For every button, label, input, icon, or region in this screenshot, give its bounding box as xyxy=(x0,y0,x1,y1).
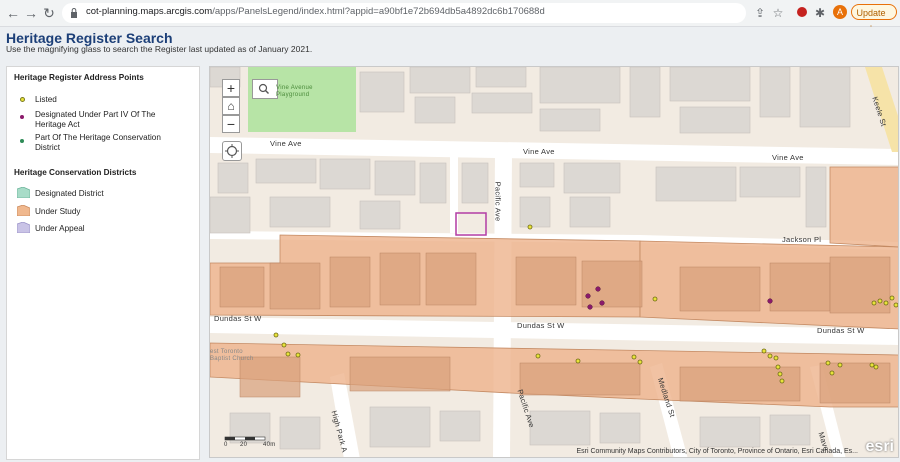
label-pacific-ave-1: Pacific Ave xyxy=(493,181,503,222)
scale-label-20: 20 xyxy=(240,442,248,448)
basemap xyxy=(210,67,898,457)
label-church: est Toronto Baptist Church xyxy=(210,349,254,362)
legend-item-under-appeal: Under Appeal xyxy=(35,224,85,233)
back-icon[interactable]: ← xyxy=(4,4,22,22)
home-button[interactable]: ⌂ xyxy=(222,97,240,115)
legend-dot-designated-part-iv xyxy=(20,115,24,119)
label-jackson-pl: Jackson Pl xyxy=(782,235,822,244)
browser-chrome: ← → ↻ cot-planning.maps.arcgis.com/apps/… xyxy=(0,0,900,34)
locate-icon xyxy=(225,144,239,158)
scale-label-0: 0 xyxy=(224,442,228,448)
legend-item-designated-part-iv: Designated Under Part IV Of The Heritage… xyxy=(35,110,156,129)
url-text: cot-planning.maps.arcgis.com/apps/Panels… xyxy=(86,6,545,17)
magnifier-icon xyxy=(258,83,269,94)
zoom-out-button[interactable]: − xyxy=(222,115,240,133)
legend-item-hcd-part: Part Of The Heritage Conservation Distri… xyxy=(35,133,161,152)
legend-heading-districts: Heritage Conservation Districts xyxy=(14,168,137,177)
esri-logo: esri xyxy=(865,438,894,455)
legend-dot-listed xyxy=(20,97,25,102)
address-bar[interactable]: cot-planning.maps.arcgis.com/apps/Panels… xyxy=(62,3,746,23)
legend-item-designated-district: Designated District xyxy=(35,189,104,198)
legend-dot-hcd-part xyxy=(20,139,24,143)
swatch-under-study xyxy=(17,205,30,216)
label-dundas-2: Dundas St W xyxy=(517,321,565,330)
scale-bar xyxy=(224,436,266,441)
swatch-under-appeal xyxy=(17,222,30,233)
swatch-designated-district xyxy=(17,187,30,198)
label-vine-ave-3: Vine Ave xyxy=(772,153,804,162)
share-icon[interactable]: ⇪ xyxy=(752,5,768,21)
puzzle-icon[interactable]: ✱ xyxy=(812,5,828,21)
url-path: /apps/PanelsLegend/index.html?appid=a90b… xyxy=(212,6,545,17)
legend-heading-address-points: Heritage Register Address Points xyxy=(14,73,144,82)
star-icon[interactable]: ☆ xyxy=(770,5,786,21)
label-vine-ave-2: Vine Ave xyxy=(523,147,555,156)
avatar[interactable]: A xyxy=(833,5,847,19)
url-host: cot-planning.maps.arcgis.com xyxy=(86,6,213,17)
legend-item-listed: Listed xyxy=(35,95,57,104)
update-button[interactable]: Update ⋮ xyxy=(851,4,897,34)
page-subtitle: Use the magnifying glass to search the R… xyxy=(6,44,313,54)
label-vine-playground: Vine Avenue Playground xyxy=(276,85,313,98)
map-search-button[interactable] xyxy=(252,79,278,99)
legend-item-under-study: Under Study xyxy=(35,207,81,216)
zoom-in-button[interactable]: + xyxy=(222,79,240,97)
label-dundas-3: Dundas St W xyxy=(817,326,865,335)
locate-button[interactable] xyxy=(222,141,242,161)
lock-icon xyxy=(71,8,77,18)
legend-panel: Heritage Register Address Points Listed … xyxy=(6,66,200,460)
reload-icon[interactable]: ↻ xyxy=(40,4,58,22)
app-root: Heritage Register Search Use the magnify… xyxy=(0,27,900,462)
update-label: Update xyxy=(856,8,886,18)
extension-icon[interactable] xyxy=(794,5,810,21)
label-dundas-1: Dundas St W xyxy=(214,314,262,323)
forward-icon[interactable]: → xyxy=(22,4,40,22)
scale-label-40m: 40m xyxy=(263,442,276,448)
vine-avenue-playground xyxy=(248,67,356,132)
map-attribution: Esri Community Maps Contributors, City o… xyxy=(576,448,858,455)
label-vine-ave-1: Vine Ave xyxy=(270,139,302,148)
map-view[interactable]: + ⌂ − Vine Ave Vine Ave Vine Ave Keele S… xyxy=(209,66,899,458)
